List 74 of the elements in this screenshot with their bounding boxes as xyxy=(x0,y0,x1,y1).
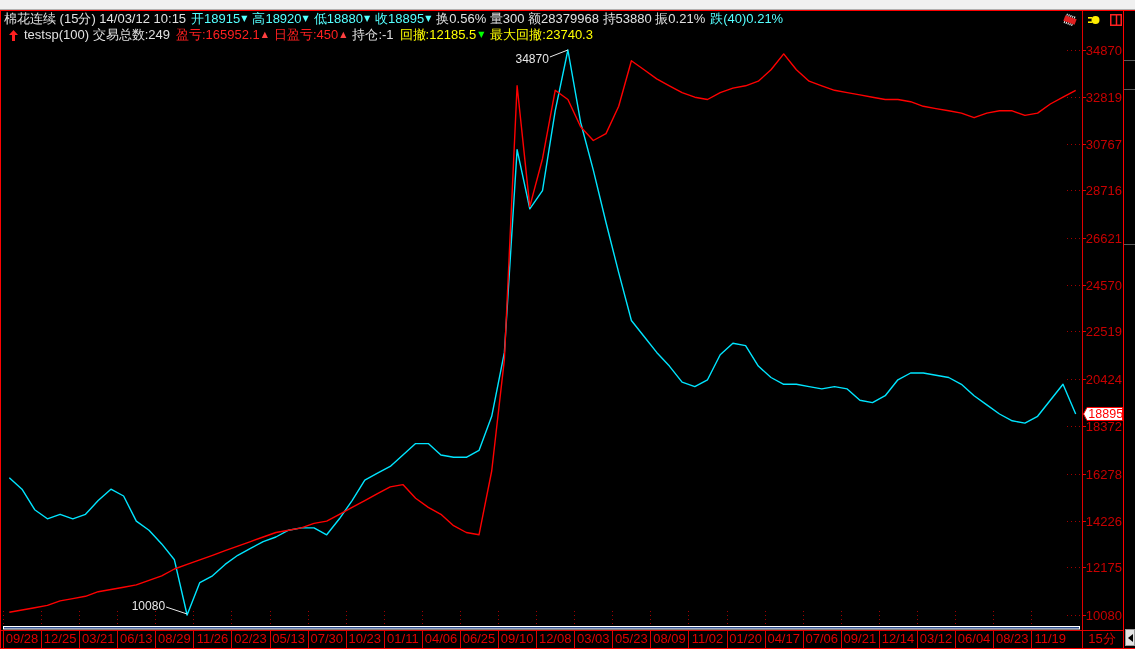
quote-text: 棉花连续 (15分) 14/03/12 10:15 xyxy=(4,11,187,27)
x-axis-label: 05/13 xyxy=(272,631,305,646)
y-axis-label: 24570 xyxy=(1085,278,1122,293)
x-axis-label: 06/04 xyxy=(957,631,991,646)
x-axis-label: 11/26 xyxy=(196,631,229,646)
x-axis-label: 04/17 xyxy=(767,631,800,646)
trend-marker: ▼ xyxy=(363,14,371,24)
chip-icon[interactable] xyxy=(1062,13,1078,27)
x-axis-label: 07/30 xyxy=(310,631,343,646)
high-price-label: 34870 xyxy=(515,49,569,66)
quote-text: 开18915 xyxy=(191,11,241,27)
quote-text: 收18895 xyxy=(375,11,425,27)
y-axis-label: 18372 xyxy=(1085,419,1122,434)
trend-marker: ▼ xyxy=(425,14,432,24)
split-view-icon[interactable] xyxy=(1110,14,1122,26)
y-axis-label: 28716 xyxy=(1085,183,1122,198)
quote-text: 高18920 xyxy=(252,11,302,27)
x-axis-label: 08/09 xyxy=(653,631,686,646)
y-axis-label: 16278 xyxy=(1085,467,1122,482)
x-axis-label: 11/19 xyxy=(1034,631,1067,646)
up-arrow-icon xyxy=(9,29,18,41)
left-arrow-icon xyxy=(1127,633,1133,642)
strategy-stat: 持仓:-1 xyxy=(352,27,394,43)
trend-marker: ▼ xyxy=(302,14,309,24)
x-axis-label: 06/13 xyxy=(120,631,153,646)
horizontal-scrollbar[interactable] xyxy=(3,626,1080,630)
x-axis-label: 09/21 xyxy=(843,631,877,646)
x-axis-label: 09/28 xyxy=(5,631,39,646)
x-axis-label: 12/08 xyxy=(538,631,572,646)
period-label: 15分 xyxy=(1088,631,1116,646)
y-axis-label: 26621 xyxy=(1085,231,1122,246)
low-price-label: 10080 xyxy=(131,599,188,615)
y-axis-label: 30767 xyxy=(1085,137,1122,152)
x-axis-label: 11/02 xyxy=(691,631,724,646)
strategy-stat: 回撤:12185.5 xyxy=(399,27,477,43)
scroll-left-button[interactable] xyxy=(1125,629,1135,646)
last-price-tag: 18895 xyxy=(1083,406,1123,422)
plug-icon[interactable] xyxy=(1088,15,1100,25)
x-axis-label: 02/23 xyxy=(234,631,267,646)
x-axis-label: 10/23 xyxy=(348,631,382,646)
x-axis-label: 07/06 xyxy=(805,631,839,646)
y-axis-label: 14226 xyxy=(1085,514,1122,529)
trend-marker: ▼ xyxy=(241,14,248,24)
x-axis-label: 01/20 xyxy=(729,631,762,646)
strategy-stat: 最大回撤:23740.3 xyxy=(490,27,593,43)
quote-text: 跌(40)0.21% xyxy=(710,11,784,27)
y-axis-label: 12175 xyxy=(1085,560,1122,575)
trend-marker: ▲ xyxy=(340,30,347,40)
x-axis-label: 12/25 xyxy=(43,631,77,646)
trend-marker: ▼ xyxy=(478,30,485,40)
y-axis-label: 20424 xyxy=(1085,372,1122,387)
x-axis-label: 04/06 xyxy=(424,631,458,646)
y-axis-label: 22519 xyxy=(1085,324,1122,339)
strategy-stat: 盈亏:165952.1 xyxy=(175,27,260,43)
x-axis-label: 05/23 xyxy=(615,631,648,646)
x-axis-label: 03/03 xyxy=(577,631,610,646)
x-axis-label: 09/10 xyxy=(500,631,534,646)
x-axis-label: 08/29 xyxy=(158,631,191,646)
x-axis-label: 01/11 xyxy=(387,631,419,646)
x-axis-label: 03/21 xyxy=(81,631,115,646)
quote-text: 换0.56% 量300 额28379968 持53880 振0.21% xyxy=(436,11,706,27)
x-axis-label: 12/14 xyxy=(881,631,915,646)
x-axis-label: 06/25 xyxy=(462,631,496,646)
annotation: 34870 xyxy=(515,52,550,66)
y-axis-label: 10080 xyxy=(1085,608,1122,623)
quote-text: 低18880 xyxy=(313,11,363,27)
annotation: 10080 xyxy=(131,598,166,613)
trend-marker: ▲ xyxy=(261,30,268,40)
x-axis-label: 03/12 xyxy=(919,631,953,646)
y-axis-label: 32819 xyxy=(1085,90,1122,105)
strategy-stat: 日盈亏:450 xyxy=(273,27,339,43)
strategy-stat: testsp(100) 交易总数:249 xyxy=(24,27,170,43)
y-axis-label: 34870 xyxy=(1085,43,1122,58)
x-axis-label: 08/23 xyxy=(995,631,1029,646)
